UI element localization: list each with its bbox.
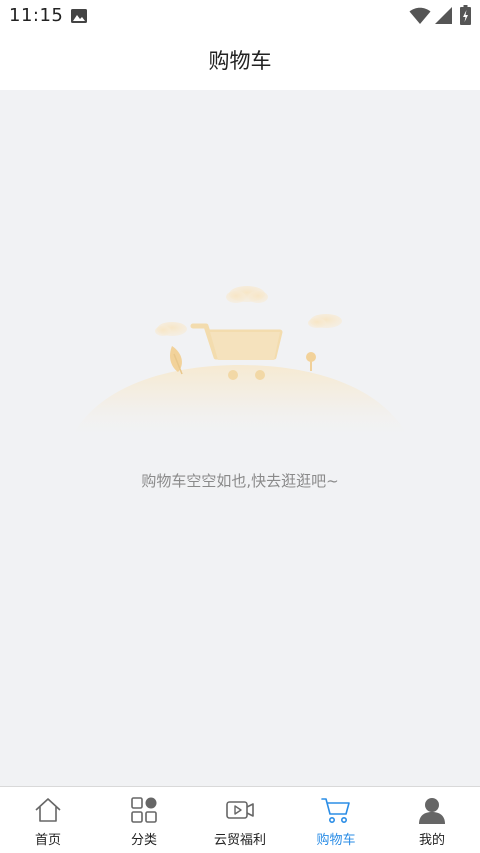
home-icon bbox=[35, 798, 61, 822]
page-header: 购物车 bbox=[0, 32, 480, 90]
cart-content: 购物车空空如也,快去逛逛吧~ bbox=[0, 90, 480, 786]
cart-icon bbox=[321, 798, 350, 823]
tab-home[interactable]: 首页 bbox=[0, 787, 96, 853]
page-title: 购物车 bbox=[208, 49, 272, 73]
status-bar: 11:15 bbox=[0, 0, 480, 32]
tab-welfare[interactable]: 云贸福利 bbox=[192, 787, 288, 853]
user-icon bbox=[419, 798, 445, 824]
tab-mine[interactable]: 我的 bbox=[384, 787, 480, 853]
tab-mine-label: 我的 bbox=[418, 833, 445, 848]
tab-category[interactable]: 分类 bbox=[96, 787, 192, 853]
video-icon bbox=[226, 801, 254, 819]
tab-welfare-label: 云贸福利 bbox=[213, 833, 266, 848]
tab-cart-label: 购物车 bbox=[316, 833, 356, 848]
tab-cart[interactable]: 购物车 bbox=[288, 787, 384, 853]
bottom-tab-bar: 首页 分类 云贸福利 购物车 我的 bbox=[0, 786, 480, 853]
status-time: 11:15 bbox=[9, 5, 64, 26]
empty-cart-message: 购物车空空如也,快去逛逛吧~ bbox=[141, 472, 339, 490]
battery-charging-icon bbox=[460, 5, 471, 25]
empty-shopping-cart-illustration bbox=[70, 286, 410, 440]
image-icon bbox=[71, 9, 87, 23]
cellular-signal-icon bbox=[435, 7, 452, 24]
category-icon bbox=[131, 797, 157, 823]
wifi-icon bbox=[409, 7, 431, 24]
tab-category-label: 分类 bbox=[130, 833, 157, 848]
tab-home-label: 首页 bbox=[34, 833, 61, 848]
